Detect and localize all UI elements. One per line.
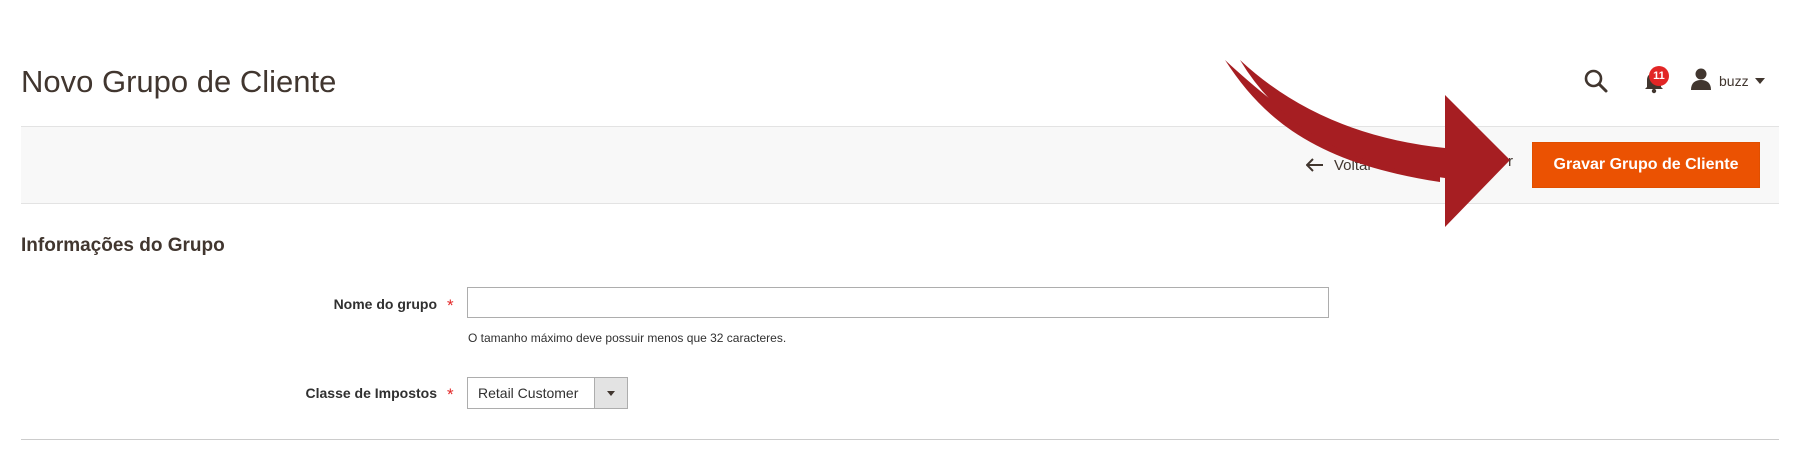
save-customer-group-button[interactable]: Gravar Grupo de Cliente (1532, 142, 1760, 188)
search-icon[interactable] (1583, 68, 1609, 94)
tax-class-required-mark: * (447, 385, 454, 404)
section-divider (21, 439, 1779, 440)
group-name-input[interactable] (467, 287, 1329, 318)
back-button[interactable]: Voltar (1305, 153, 1373, 177)
select-toggle[interactable] (594, 378, 627, 408)
tax-class-label: Classe de Impostos (305, 385, 438, 401)
notifications-count-badge[interactable]: 11 (1649, 66, 1669, 86)
reset-button[interactable]: r (1508, 153, 1513, 170)
back-label: Voltar (1334, 156, 1373, 174)
tax-class-select[interactable]: Retail Customer (467, 377, 628, 409)
group-name-required-mark: * (447, 296, 454, 315)
chevron-down-icon (607, 390, 615, 396)
user-icon (1691, 68, 1711, 95)
group-name-note: O tamanho máximo deve possuir menos que … (468, 331, 787, 345)
page-actions-bar: Voltar r Gravar Grupo de Cliente (21, 126, 1779, 204)
user-name: buzz (1719, 73, 1749, 89)
tax-class-selected-value: Retail Customer (478, 385, 579, 401)
back-arrow-icon (1305, 158, 1324, 172)
section-title: Informações do Grupo (21, 235, 225, 256)
chevron-down-icon (1754, 78, 1765, 84)
group-name-label: Nome do grupo (333, 296, 437, 312)
header-actions: 11 buzz (0, 66, 1794, 96)
user-menu[interactable]: buzz (1691, 68, 1765, 94)
